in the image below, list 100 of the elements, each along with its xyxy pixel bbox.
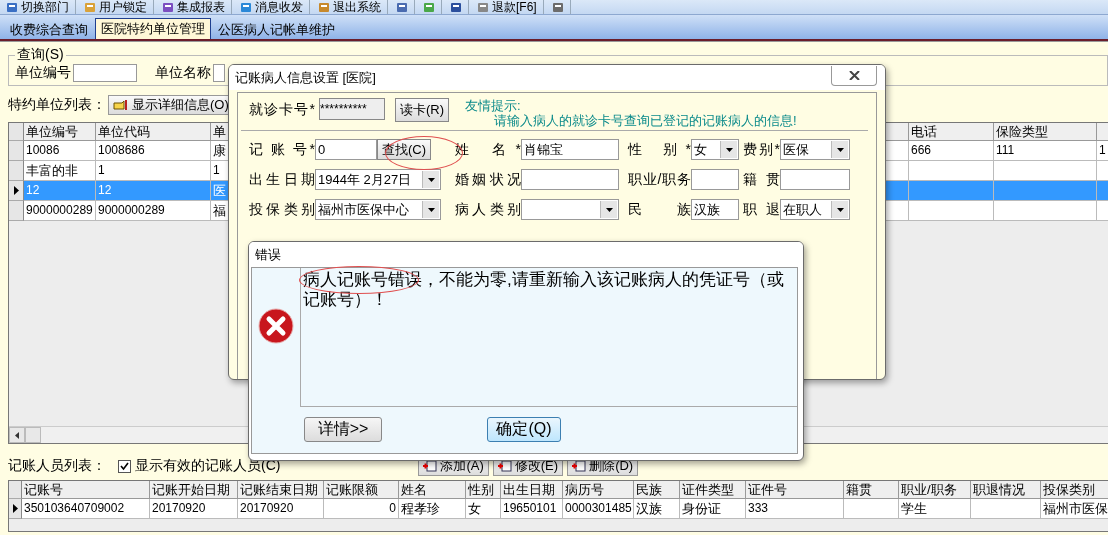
- tip-title: 友情提示:: [465, 98, 522, 113]
- column-header[interactable]: 性别: [466, 481, 501, 499]
- field-label: 性 别*: [628, 140, 691, 159]
- table-cell: 1: [96, 161, 211, 181]
- tab[interactable]: 收费综合查询: [4, 20, 94, 39]
- field-label: 单位编号: [15, 64, 71, 82]
- toolbar-button[interactable]: 退款[F6]: [475, 0, 544, 14]
- field-label: 职退: [743, 200, 780, 219]
- column-header[interactable]: 单位代码: [96, 123, 211, 141]
- table-cell: 111: [994, 141, 1097, 161]
- column-header[interactable]: 病历号: [563, 481, 634, 499]
- table-cell: 1008686: [96, 141, 211, 161]
- dialog-button[interactable]: 详情>>: [304, 417, 382, 442]
- search-button[interactable]: 查找(C): [377, 139, 432, 160]
- tab[interactable]: 公医病人记帐单维护: [212, 20, 341, 39]
- caret-icon: [836, 207, 844, 212]
- scroll-thumb[interactable]: [25, 427, 41, 443]
- table-cell: [844, 499, 899, 519]
- caret-icon: [605, 207, 613, 212]
- toolbar-button[interactable]: 切换部门: [4, 0, 76, 14]
- field-label: 单位名称: [155, 64, 211, 82]
- text-field[interactable]: [521, 169, 619, 190]
- select-field[interactable]: 女: [691, 139, 739, 160]
- list-label: 特约单位列表：: [8, 96, 106, 114]
- column-header[interactable]: 投保类别: [1041, 481, 1108, 499]
- column-header[interactable]: 职业/职务: [899, 481, 971, 499]
- text-field[interactable]: [213, 64, 225, 82]
- select-field[interactable]: [521, 199, 619, 220]
- toolbar-icon: [240, 1, 252, 13]
- toolbar-icon: [477, 1, 489, 13]
- text-field[interactable]: [780, 169, 850, 190]
- toolbar-icon: [84, 1, 96, 13]
- toolbar-button[interactable]: 退出系统: [316, 0, 388, 14]
- toolbar-icon: [551, 1, 564, 13]
- column-header[interactable]: 电话: [909, 123, 994, 141]
- text-field[interactable]: 肖锦宝: [521, 139, 619, 160]
- error-message: 病人记账号错误，不能为零,请重新输入该记账病人的凭证号（或记账号）！: [300, 268, 797, 407]
- table-cell: 学生: [899, 499, 971, 519]
- checkbox[interactable]: [118, 459, 131, 473]
- table-cell: 0: [324, 499, 399, 519]
- text-field[interactable]: [691, 169, 739, 190]
- card-number-field[interactable]: **********: [319, 98, 385, 120]
- select-field[interactable]: 福州市医保中心: [315, 199, 441, 220]
- toolbar-icon: [318, 1, 330, 13]
- text-field[interactable]: 0: [315, 139, 377, 160]
- dialog-button[interactable]: 确定(Q): [487, 417, 561, 442]
- table-cell: 9000000289: [24, 201, 96, 221]
- toolbar-icon: [162, 1, 174, 13]
- scroll-left-button[interactable]: [9, 427, 25, 443]
- row-header[interactable]: [9, 499, 22, 519]
- column-header[interactable]: 出生日期: [501, 481, 563, 499]
- table-cell: 程孝珍: [399, 499, 466, 519]
- table-cell: 女: [466, 499, 501, 519]
- current-row-icon: [12, 504, 18, 513]
- table-cell: 身份证: [680, 499, 746, 519]
- column-header[interactable]: 民族: [634, 481, 680, 499]
- toolbar-button[interactable]: [448, 0, 469, 14]
- table-cell: 汉族: [634, 499, 680, 519]
- current-row-icon: [13, 186, 19, 195]
- tip-text: 请输入病人的就诊卡号查询已登记的记账病人的信息!: [493, 113, 797, 128]
- row-header[interactable]: [9, 181, 24, 201]
- column-header[interactable]: 证件号: [746, 481, 844, 499]
- column-header[interactable]: 籍贯: [844, 481, 899, 499]
- close-icon: [848, 70, 860, 80]
- field-label: 就诊卡号*: [249, 101, 315, 119]
- column-header[interactable]: 职退情况: [971, 481, 1041, 499]
- text-field[interactable]: 汉族: [691, 199, 739, 220]
- toolbar-button[interactable]: 集成报表: [160, 0, 232, 14]
- table-cell: 20170920: [150, 499, 238, 519]
- hand-icon: [113, 99, 129, 111]
- text-field[interactable]: [73, 64, 137, 82]
- column-header[interactable]: 保险类型: [994, 123, 1097, 141]
- column-header[interactable]: 记账限额: [324, 481, 399, 499]
- column-header[interactable]: 记账开始日期: [150, 481, 238, 499]
- field-label: 民 族: [628, 200, 691, 219]
- table-cell: 666: [909, 141, 994, 161]
- toolbar-icon: [450, 1, 462, 13]
- select-field[interactable]: 1944年 2月27日: [315, 169, 441, 190]
- field-label: 病人类别: [455, 200, 521, 219]
- column-header[interactable]: 证件类型: [680, 481, 746, 499]
- select-field[interactable]: 医保: [780, 139, 850, 160]
- field-label: 费别*: [743, 140, 780, 159]
- table-cell: 333: [746, 499, 844, 519]
- close-button[interactable]: [831, 65, 877, 86]
- tab[interactable]: 医院特约单位管理: [95, 18, 211, 39]
- toolbar-button[interactable]: 消息收发: [238, 0, 310, 14]
- caret-icon: [725, 147, 733, 152]
- read-card-button[interactable]: 读卡(R): [395, 98, 450, 122]
- select-field[interactable]: 在职人: [780, 199, 850, 220]
- toolbar-button[interactable]: [394, 0, 415, 14]
- column-header[interactable]: 姓名: [399, 481, 466, 499]
- table-cell: 9000000289: [96, 201, 211, 221]
- column-header[interactable]: 单位编号: [24, 123, 96, 141]
- window-title: 错误: [255, 245, 281, 264]
- toolbar-button[interactable]: 用户锁定: [82, 0, 154, 14]
- column-header[interactable]: 记账结束日期: [238, 481, 324, 499]
- column-header[interactable]: 记账号: [22, 481, 150, 499]
- list-label: 记账人员列表：: [8, 457, 106, 475]
- table-cell: 丰富的非: [24, 161, 96, 181]
- toolbar-icon: [423, 1, 435, 13]
